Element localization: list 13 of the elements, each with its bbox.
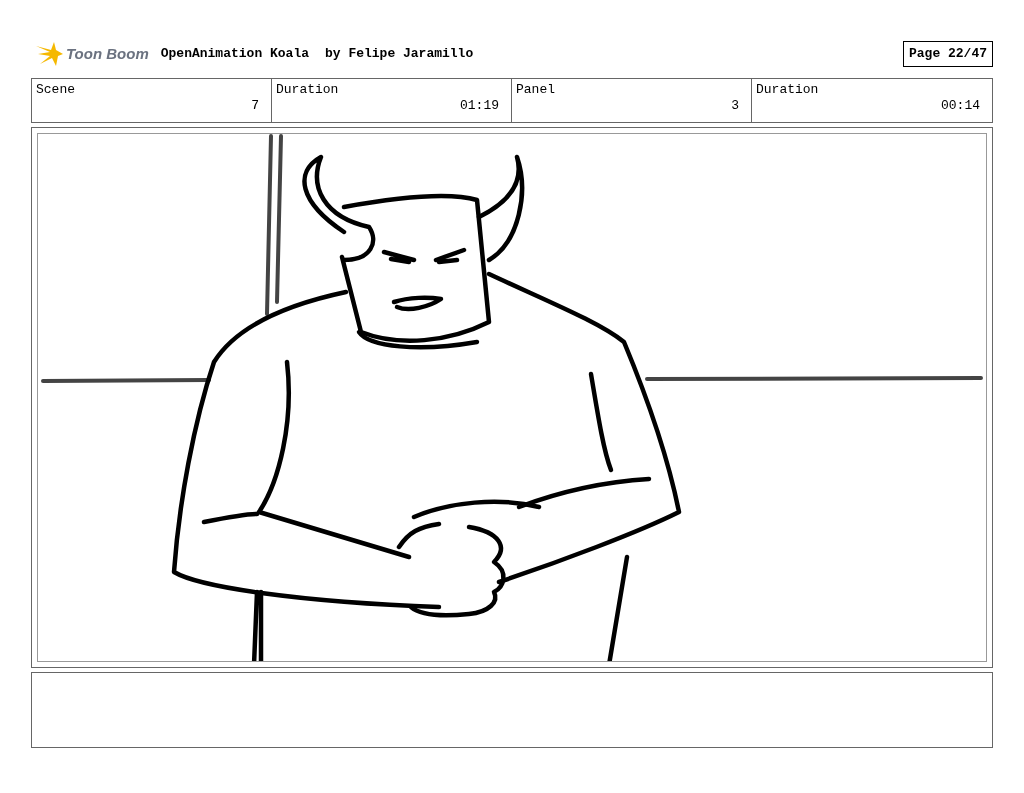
- field-value: 01:19: [460, 98, 499, 114]
- author-text: by Felipe Jaramillo: [325, 45, 474, 64]
- field-label: Duration: [756, 82, 820, 98]
- field-label: Panel: [516, 82, 556, 98]
- page-number: Page 22/47: [903, 41, 993, 67]
- field-label: Duration: [276, 82, 340, 98]
- storyboard-title: OpenAnimation Koala: [160, 45, 309, 64]
- logo-text: Toon Boom: [66, 43, 149, 64]
- field-label: Scene: [36, 82, 76, 98]
- field-value: 3: [731, 98, 739, 114]
- field-value: 7: [251, 98, 259, 114]
- field-value: 00:14: [941, 98, 980, 114]
- starburst-logo-icon: [34, 40, 64, 68]
